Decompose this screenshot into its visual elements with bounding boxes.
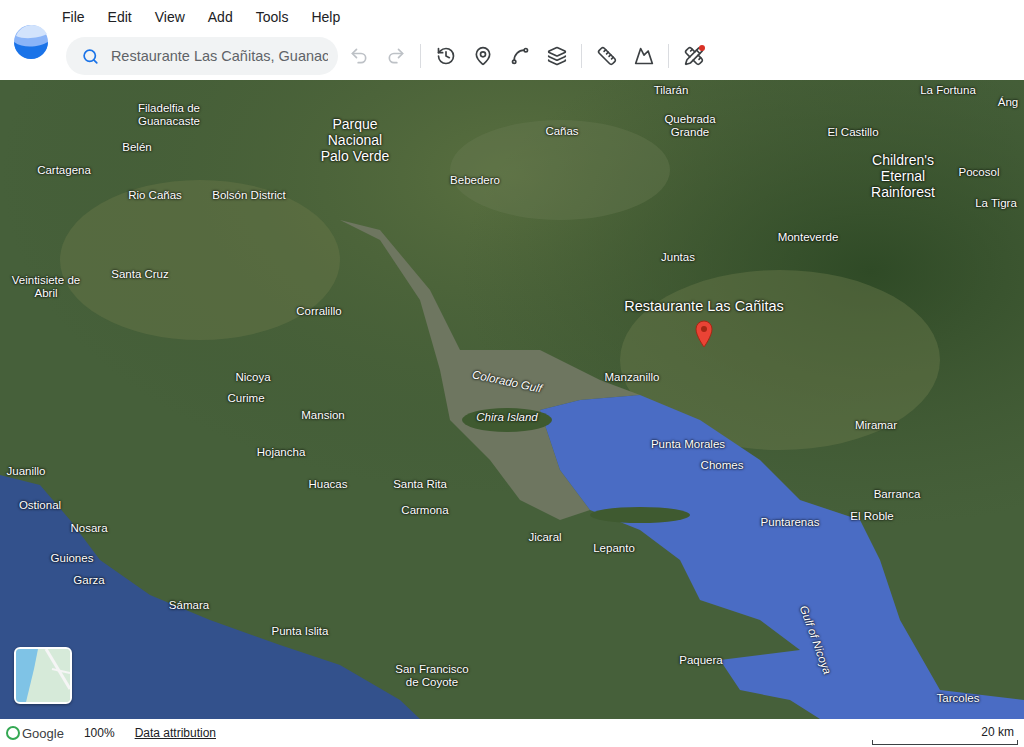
placemark-button[interactable]	[466, 38, 499, 74]
scale-bar: 20 km	[872, 721, 1018, 745]
menu-item[interactable]: Tools	[256, 9, 289, 25]
map-label: Paquera	[679, 654, 722, 667]
map-style-toggle[interactable]	[14, 647, 72, 704]
history-button[interactable]	[429, 38, 462, 74]
map-label: Puntarenas	[761, 516, 820, 529]
path-icon	[510, 46, 530, 66]
placemark-icon	[473, 46, 493, 66]
map-label: Quebrada Grande	[654, 113, 726, 139]
path-button[interactable]	[503, 38, 536, 74]
map-label: El Roble	[850, 510, 893, 523]
layers-icon	[547, 46, 567, 66]
map-label: Hojancha	[257, 446, 306, 459]
map-label: Cartagena	[37, 164, 91, 177]
map-label: Punta Islita	[272, 625, 329, 638]
zoom-level: 100%	[84, 726, 115, 740]
status-bar: Google 100% Data attribution 20 km	[0, 719, 1024, 747]
map-label: Rio Cañas	[128, 189, 182, 202]
google-earth-logo-icon[interactable]	[13, 24, 49, 60]
minimap-icon	[16, 649, 70, 702]
search-value: Restaurante Las Cañitas, Guanac	[111, 48, 328, 64]
map-label: Bolsón District	[212, 189, 286, 202]
map-pin-icon[interactable]	[695, 320, 713, 348]
map-label: Ostional	[19, 499, 61, 512]
map-label: Chira Island	[476, 411, 537, 424]
menu-item[interactable]: File	[62, 9, 85, 25]
map-label: El Castillo	[827, 126, 878, 139]
menu-item[interactable]: View	[155, 9, 185, 25]
map-label: La Fortuna	[920, 84, 976, 97]
toolbar: Restaurante Las Cañitas, Guanac	[62, 32, 1024, 80]
toolbar-divider	[420, 44, 421, 68]
map-label: Carmona	[401, 504, 448, 517]
map-label: La Tigra	[975, 197, 1017, 210]
map-label: Bebedero	[450, 174, 500, 187]
map-label: Juanillo	[7, 465, 46, 478]
map-label: Parque Nacional Palo Verde	[315, 116, 395, 164]
map-label: Children's Eternal Rainforest	[853, 152, 953, 200]
map-label: Lepanto	[593, 542, 635, 555]
map-label: Tilarán	[654, 84, 689, 97]
map-label: Santa Rita	[393, 478, 447, 491]
map-label: Jicaral	[528, 531, 561, 544]
map-label: Cañas	[545, 125, 578, 138]
menu-item[interactable]: Help	[311, 9, 340, 25]
search-icon	[82, 48, 99, 65]
menu-item[interactable]: Add	[208, 9, 233, 25]
google-brand: Google	[6, 726, 64, 741]
menu-bar: File Edit View Add Tools Help	[62, 0, 1024, 32]
header: File Edit View Add Tools Help Restaurante Las …	[0, 0, 1024, 80]
app: File Edit View Add Tools Help Restaurante Las …	[0, 0, 1024, 747]
undo-button[interactable]	[342, 38, 375, 74]
map-label: Curime	[227, 392, 264, 405]
map[interactable]: Filadelfia de Guanacaste Parque Nacional …	[0, 80, 1024, 719]
map-label: Pocosol	[959, 166, 1000, 179]
map-label: Filadelfia de Guanacaste	[128, 102, 210, 128]
map-label: Punta Morales	[651, 438, 725, 451]
redo-button[interactable]	[379, 38, 412, 74]
measure-button[interactable]	[590, 38, 623, 74]
map-label: Chomes	[701, 459, 744, 472]
map-label: Miramar	[855, 419, 897, 432]
data-attribution-link[interactable]: Data attribution	[135, 726, 216, 740]
map-label: Tarcoles	[937, 692, 980, 705]
measure-icon	[597, 46, 617, 66]
google-icon	[6, 726, 20, 740]
map-label: Áng	[998, 96, 1018, 109]
notification-badge	[699, 45, 705, 51]
map-label: Monteverde	[778, 231, 839, 244]
toolbar-divider	[581, 44, 582, 68]
map-label: Manzanillo	[605, 371, 660, 384]
terrain-icon	[634, 46, 654, 66]
tools-button[interactable]	[677, 38, 710, 74]
map-label: Mansion	[301, 409, 344, 422]
map-label: Garza	[73, 574, 104, 587]
map-label: Barranca	[874, 488, 921, 501]
map-label: Guiones	[51, 552, 94, 565]
search-field[interactable]: Restaurante Las Cañitas, Guanac	[66, 37, 338, 75]
layers-button[interactable]	[540, 38, 573, 74]
toolbar-divider	[668, 44, 669, 68]
redo-icon	[386, 46, 406, 66]
satellite-imagery	[0, 80, 1024, 719]
map-label: Juntas	[661, 251, 695, 264]
terrain-button[interactable]	[627, 38, 660, 74]
logo[interactable]	[0, 0, 62, 80]
map-label: Belén	[122, 141, 151, 154]
pin-label[interactable]: Restaurante Las Cañitas	[624, 298, 784, 314]
map-label: Corralillo	[296, 305, 341, 318]
map-label: Nosara	[70, 522, 107, 535]
history-icon	[436, 46, 456, 66]
map-label: Santa Cruz	[111, 268, 169, 281]
map-label: San Francisco de Coyote	[388, 663, 476, 689]
map-label: Veintisiete de Abril	[6, 274, 86, 300]
map-label: Sámara	[169, 599, 209, 612]
menu-item[interactable]: Edit	[108, 9, 132, 25]
undo-icon	[349, 46, 369, 66]
map-label: Huacas	[309, 478, 348, 491]
map-label: Nicoya	[235, 371, 270, 384]
